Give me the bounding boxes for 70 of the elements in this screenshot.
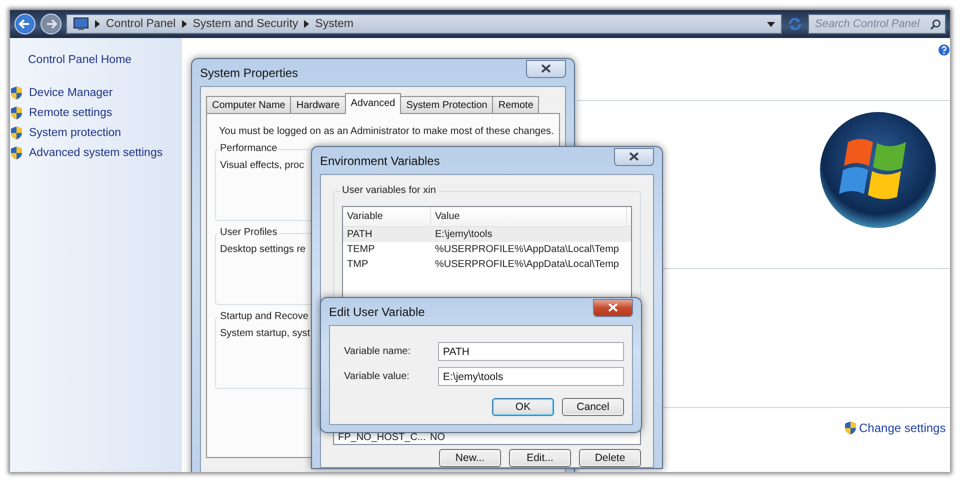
breadcrumb-item[interactable]: System <box>315 18 354 30</box>
sidebar-link[interactable]: Control Panel Home <box>10 54 182 66</box>
breadcrumb-item[interactable]: System and Security <box>192 18 298 30</box>
dialog-button[interactable]: Delete <box>579 449 641 467</box>
field-label: Variable value: <box>344 371 410 382</box>
input-field[interactable]: E:\jemy\tools <box>438 367 624 386</box>
forward-icon[interactable] <box>40 13 62 35</box>
group-title: User variables for xin <box>340 185 438 196</box>
group-text: System startup, syst <box>220 328 310 339</box>
sidebar-link[interactable]: Remote settings <box>10 106 182 120</box>
window-title: Environment Variables <box>320 154 440 168</box>
input-field[interactable]: PATH <box>438 342 624 361</box>
dialog-button[interactable]: Cancel <box>562 398 624 416</box>
field-label: Variable name: <box>344 346 412 357</box>
close-button[interactable] <box>526 60 566 78</box>
help-icon[interactable] <box>938 44 950 56</box>
tab[interactable]: Computer Name <box>206 96 292 114</box>
change-settings-link[interactable]: Change settings <box>844 421 946 435</box>
shield-icon <box>10 126 23 140</box>
dialog-button[interactable]: Edit... <box>509 449 571 467</box>
sidebar-link[interactable]: Device Manager <box>10 86 182 100</box>
column-header[interactable]: Variable <box>343 207 431 226</box>
search-icon[interactable] <box>930 18 941 30</box>
tab[interactable]: Remote <box>492 96 540 114</box>
table-cell-text: TEMP <box>346 244 376 255</box>
dialog-button[interactable]: New... <box>439 449 501 467</box>
column-header[interactable]: Value <box>431 207 627 226</box>
sidebar-link[interactable]: System protection <box>10 126 182 140</box>
chevron-icon <box>95 20 100 28</box>
list-row[interactable]: PATH E:\jemy\tools <box>343 227 631 242</box>
close-button[interactable] <box>593 298 633 316</box>
group-text: Desktop settings re <box>220 244 306 255</box>
chevron-icon <box>304 20 310 28</box>
tab[interactable]: System Protection <box>400 96 494 114</box>
shield-icon <box>10 106 23 120</box>
shield-icon <box>844 421 857 435</box>
table-cell-text: FP_NO_HOST_C... <box>337 432 426 442</box>
tab[interactable]: Advanced <box>344 93 402 114</box>
table-cell-text: %USERPROFILE%\AppData\Local\Temp <box>434 244 620 255</box>
dialog-button[interactable]: OK <box>492 398 554 416</box>
sidebar-link[interactable]: Advanced system settings <box>10 146 182 160</box>
search-field[interactable]: Search Control Panel <box>808 14 946 34</box>
chevron-icon <box>182 20 187 28</box>
table-cell-text: TMP <box>346 259 370 270</box>
breadcrumb-bar[interactable]: Control Panel System and Security System <box>66 14 782 34</box>
dropdown-icon[interactable] <box>767 22 775 26</box>
list-row[interactable]: TMP %USERPROFILE%\AppData\Local\Temp <box>343 257 631 272</box>
group-title: User Profiles <box>218 227 280 238</box>
tab[interactable]: Hardware <box>290 96 346 114</box>
shield-icon <box>10 146 23 160</box>
window-title: System Properties <box>200 66 298 80</box>
back-icon[interactable] <box>14 13 36 35</box>
table-cell-text: %USERPROFILE%\AppData\Local\Temp <box>434 259 620 270</box>
close-icon <box>541 64 551 73</box>
close-button[interactable] <box>614 148 654 166</box>
breadcrumb-item[interactable]: Control Panel <box>106 18 176 30</box>
window-title: Edit User Variable <box>329 304 425 318</box>
table-cell-text: NO <box>429 432 446 442</box>
table-cell-text: E:\jemy\tools <box>434 229 494 240</box>
group-text: Visual effects, proc <box>220 160 304 171</box>
shield-icon <box>10 86 23 100</box>
close-icon <box>608 303 618 312</box>
notice-text: You must be logged on as an Administrator to make most of these changes. <box>218 126 551 137</box>
group-title: Startup and Recove <box>218 311 310 322</box>
group-title: Performance <box>218 143 280 154</box>
table-cell-text: PATH <box>346 229 374 240</box>
refresh-icon[interactable] <box>786 15 804 33</box>
close-icon <box>629 152 639 161</box>
search-input[interactable]: Search Control Panel <box>813 17 930 31</box>
list-row[interactable]: TEMP %USERPROFILE%\AppData\Local\Temp <box>343 242 631 257</box>
